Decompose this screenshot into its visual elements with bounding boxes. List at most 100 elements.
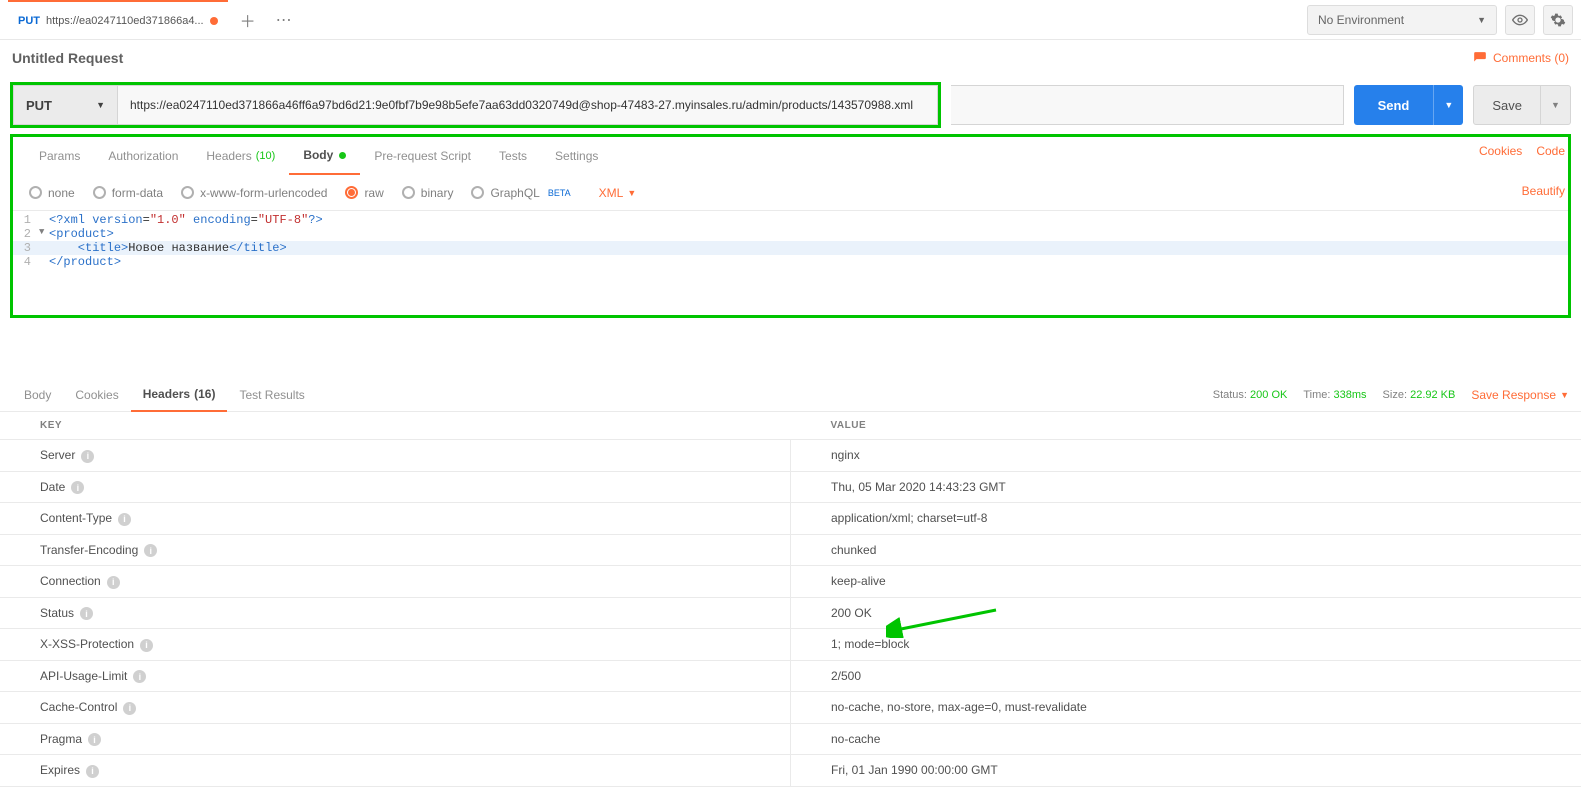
save-response-link[interactable]: Save Response ▼	[1471, 388, 1569, 402]
header-key: Expiresi	[0, 755, 791, 787]
request-row: PUT ▼ Send ▼ Save ▼	[0, 76, 1581, 134]
column-value: VALUE	[791, 412, 1581, 440]
header-key: API-Usage-Limiti	[0, 660, 791, 692]
request-tabs-row: Params Authorization Headers (10) Body P…	[13, 137, 1568, 175]
body-raw-radio[interactable]: raw	[345, 186, 383, 200]
resp-tab-headers[interactable]: Headers (16)	[131, 378, 228, 412]
view-environment-button[interactable]	[1505, 5, 1535, 35]
body-graphql-radio[interactable]: GraphQLBETA	[471, 186, 570, 200]
body-type-options: none form-data x-www-form-urlencoded raw…	[13, 175, 1568, 211]
table-row: Pragmaino-cache	[0, 723, 1581, 755]
tab-method: PUT	[18, 15, 40, 27]
eye-icon	[1512, 12, 1528, 28]
header-key: Connectioni	[0, 566, 791, 598]
header-value: no-cache	[791, 723, 1581, 755]
gear-icon	[1550, 12, 1566, 28]
table-row: Serveringinx	[0, 440, 1581, 472]
info-icon: i	[86, 765, 99, 778]
header-key: Content-Typei	[0, 503, 791, 535]
send-button[interactable]: Send	[1354, 85, 1434, 125]
table-row: Content-Typeiapplication/xml; charset=ut…	[0, 503, 1581, 535]
body-binary-radio[interactable]: binary	[402, 186, 454, 200]
comments-link[interactable]: Comments (0)	[1473, 51, 1569, 65]
settings-button[interactable]	[1543, 5, 1573, 35]
table-row: DateiThu, 05 Mar 2020 14:43:23 GMT	[0, 471, 1581, 503]
info-icon: i	[71, 481, 84, 494]
table-row: Connectionikeep-alive	[0, 566, 1581, 598]
request-tabs-highlight: Params Authorization Headers (10) Body P…	[10, 134, 1571, 175]
tab-headers[interactable]: Headers (10)	[192, 137, 289, 175]
url-input-overflow[interactable]	[951, 85, 1344, 125]
body-editor[interactable]: 1<?xml version="1.0" encoding="UTF-8"?> …	[13, 211, 1568, 301]
info-icon: i	[88, 733, 101, 746]
header-key: Datei	[0, 471, 791, 503]
table-row: Statusi200 OK	[0, 597, 1581, 629]
tab-params[interactable]: Params	[25, 137, 94, 175]
table-row: Transfer-Encodingichunked	[0, 534, 1581, 566]
body-format-select[interactable]: XML ▼	[599, 186, 637, 200]
save-dropdown[interactable]: ▼	[1541, 85, 1571, 125]
tab-authorization[interactable]: Authorization	[94, 137, 192, 175]
new-tab-button[interactable]: ＋	[232, 4, 264, 36]
save-group: Save ▼	[1473, 85, 1571, 125]
method-select[interactable]: PUT ▼	[13, 85, 118, 125]
body-indicator-icon	[339, 152, 346, 159]
header-key: Serveri	[0, 440, 791, 472]
body-section-highlight: none form-data x-www-form-urlencoded raw…	[10, 175, 1571, 318]
url-input[interactable]	[118, 85, 938, 125]
tab-url: https://ea0247110ed371866a4...	[46, 15, 204, 27]
environment-select[interactable]: No Environment ▼	[1307, 5, 1497, 35]
info-icon: i	[80, 607, 93, 620]
info-icon: i	[140, 639, 153, 652]
tab-tests[interactable]: Tests	[485, 137, 541, 175]
info-icon: i	[144, 544, 157, 557]
open-tab-request[interactable]: PUT https://ea0247110ed371866a4...	[8, 0, 228, 40]
tab-body[interactable]: Body	[289, 137, 360, 175]
request-title-row: Untitled Request Comments (0)	[0, 40, 1581, 76]
tab-prerequest[interactable]: Pre-request Script	[360, 137, 485, 175]
beautify-link[interactable]: Beautify	[1522, 184, 1565, 198]
code-link[interactable]: Code	[1536, 144, 1565, 158]
header-value: Thu, 05 Mar 2020 14:43:23 GMT	[791, 471, 1581, 503]
response-section: Body Cookies Headers (16) Test Results S…	[0, 378, 1581, 787]
header-key: X-XSS-Protectioni	[0, 629, 791, 661]
response-tabs-row: Body Cookies Headers (16) Test Results S…	[0, 378, 1581, 412]
header-value: chunked	[791, 534, 1581, 566]
method-url-highlight: PUT ▼	[10, 82, 941, 128]
info-icon: i	[107, 576, 120, 589]
tab-settings[interactable]: Settings	[541, 137, 612, 175]
response-tabs: Body Cookies Headers (16) Test Results	[12, 378, 317, 412]
info-icon: i	[118, 513, 131, 526]
header-key: Transfer-Encodingi	[0, 534, 791, 566]
response-meta: Status: 200 OK Time: 338ms Size: 22.92 K…	[1213, 388, 1569, 402]
resp-tab-cookies[interactable]: Cookies	[63, 378, 130, 412]
cookies-link[interactable]: Cookies	[1479, 144, 1522, 158]
unsaved-dot-icon	[210, 17, 218, 25]
header-key: Cache-Controli	[0, 692, 791, 724]
table-row: ExpiresiFri, 01 Jan 1990 00:00:00 GMT	[0, 755, 1581, 787]
body-urlencoded-radio[interactable]: x-www-form-urlencoded	[181, 186, 327, 200]
request-tabs: Params Authorization Headers (10) Body P…	[25, 137, 612, 175]
header-value: no-cache, no-store, max-age=0, must-reva…	[791, 692, 1581, 724]
environment-label: No Environment	[1318, 13, 1404, 27]
open-tabs: PUT https://ea0247110ed371866a4... ＋ ⋯	[8, 0, 1307, 40]
table-row: API-Usage-Limiti2/500	[0, 660, 1581, 692]
more-tabs-button[interactable]: ⋯	[268, 4, 300, 36]
body-formdata-radio[interactable]: form-data	[93, 186, 163, 200]
send-dropdown[interactable]: ▼	[1433, 85, 1463, 125]
chevron-down-icon: ▼	[1444, 100, 1453, 110]
save-button[interactable]: Save	[1473, 85, 1541, 125]
resp-tab-tests[interactable]: Test Results	[227, 378, 316, 412]
top-bar: PUT https://ea0247110ed371866a4... ＋ ⋯ N…	[0, 0, 1581, 40]
body-none-radio[interactable]: none	[29, 186, 75, 200]
chevron-down-icon: ▼	[1560, 390, 1569, 400]
environment-area: No Environment ▼	[1307, 5, 1573, 35]
info-icon: i	[123, 702, 136, 715]
info-icon: i	[133, 670, 146, 683]
header-value: application/xml; charset=utf-8	[791, 503, 1581, 535]
response-size: 22.92 KB	[1410, 389, 1455, 401]
response-status: 200 OK	[1250, 389, 1287, 401]
resp-tab-body[interactable]: Body	[12, 378, 63, 412]
table-row: X-XSS-Protectioni1; mode=block	[0, 629, 1581, 661]
chevron-down-icon: ▼	[1551, 100, 1560, 110]
